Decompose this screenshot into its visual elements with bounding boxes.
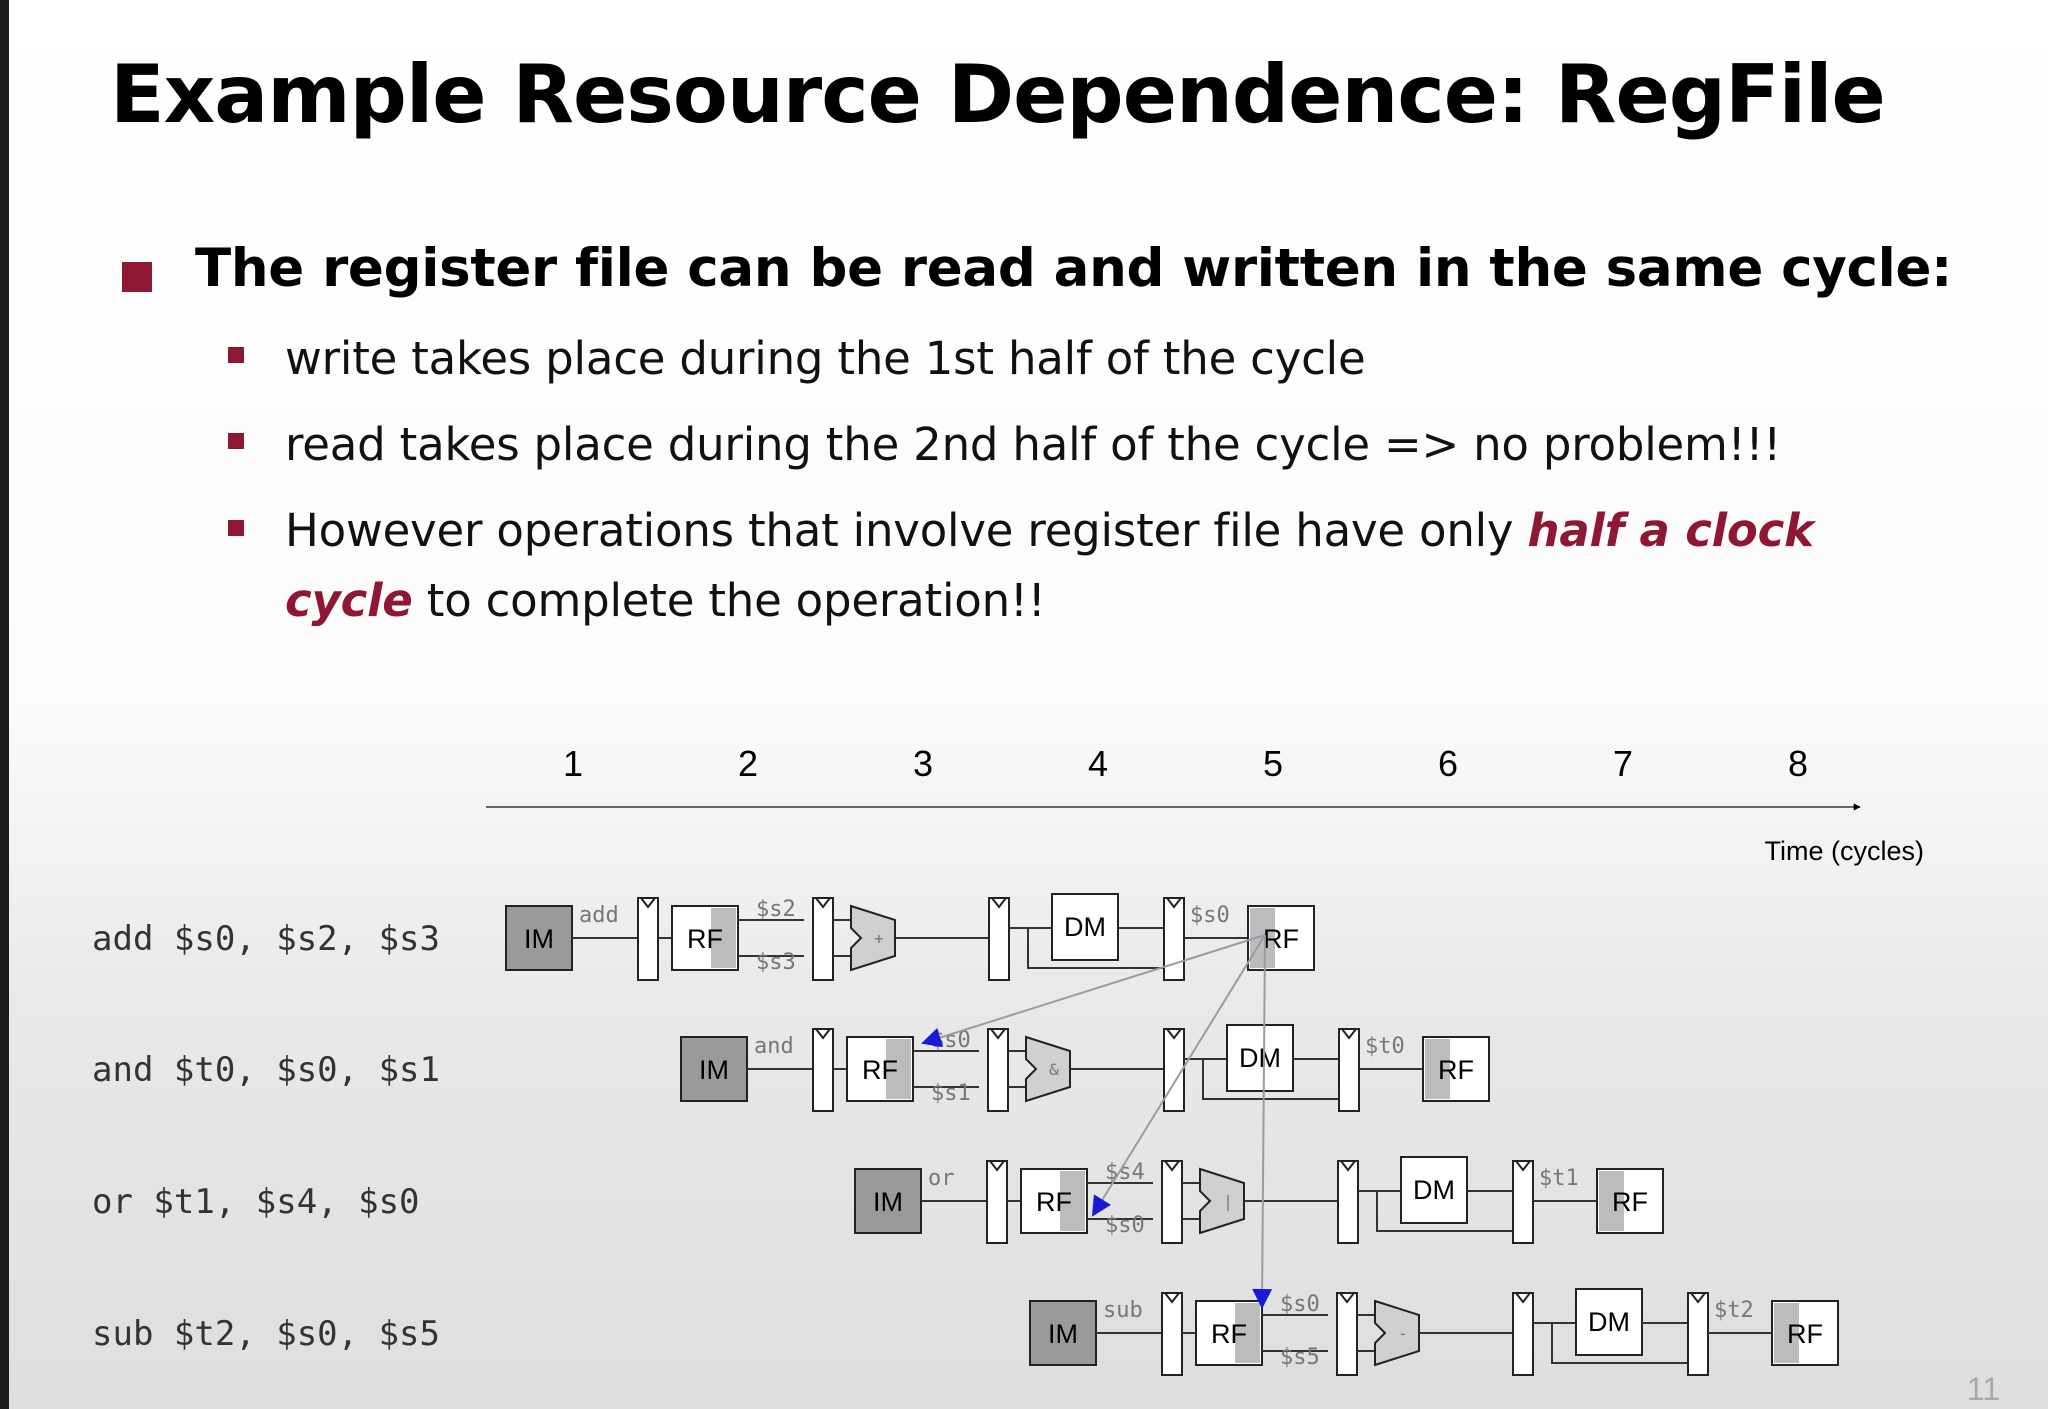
pipeline-row-or: or $t1, $s4, $s0 IMorRF$s4$s0| DM $t1RF bbox=[92, 1156, 1664, 1244]
opcode-label: add bbox=[579, 903, 619, 928]
pipeline-register bbox=[987, 1028, 1009, 1112]
time-axis: 1 2 3 4 5 6 7 8 Time (cycles) bbox=[486, 743, 1924, 866]
src1-label: $s2 bbox=[756, 897, 796, 922]
pipeline-register bbox=[988, 897, 1010, 981]
dm-label: DM bbox=[1588, 1307, 1630, 1337]
pipeline-register bbox=[1161, 1160, 1183, 1244]
rf-label: RF bbox=[1438, 1055, 1474, 1085]
pipeline-register bbox=[637, 897, 659, 981]
dm-label: DM bbox=[1064, 912, 1106, 942]
src2-label: $s3 bbox=[756, 950, 796, 975]
pipeline-register bbox=[1338, 1028, 1360, 1112]
cycle-label-3: 3 bbox=[913, 743, 933, 784]
alu-op-label: | bbox=[1223, 1192, 1233, 1211]
pipeline-register bbox=[1336, 1292, 1358, 1376]
pipeline-register bbox=[986, 1160, 1008, 1244]
dst-label: $t1 bbox=[1539, 1166, 1579, 1191]
cycle-label-4: 4 bbox=[1088, 743, 1108, 784]
cycle-label-6: 6 bbox=[1438, 743, 1458, 784]
alu-op-label: - bbox=[1398, 1324, 1408, 1343]
pipeline-row-and: and $t0, $s0, $s1 IM and RF $s0 $s1 & DM $t0 RF bbox=[92, 1024, 1490, 1112]
im-label: IM bbox=[1048, 1319, 1078, 1349]
dm-label: DM bbox=[1239, 1043, 1281, 1073]
alu bbox=[1374, 1299, 1420, 1367]
pipeline-register bbox=[1161, 1292, 1183, 1376]
dst-label: $s0 bbox=[1190, 903, 1230, 928]
alu-op-label: & bbox=[1049, 1060, 1059, 1079]
src2-label: $s1 bbox=[931, 1081, 971, 1106]
pipeline-register bbox=[1512, 1160, 1534, 1244]
rf-label: RF bbox=[1263, 924, 1299, 954]
rf-label: RF bbox=[1787, 1319, 1823, 1349]
instruction-and: and $t0, $s0, $s1 bbox=[92, 1050, 440, 1090]
time-axis-label: Time (cycles) bbox=[1765, 836, 1925, 866]
im-label: IM bbox=[873, 1187, 903, 1217]
src2-label: $s0 bbox=[1105, 1213, 1145, 1238]
im-label: IM bbox=[524, 924, 554, 954]
src2-label: $s5 bbox=[1280, 1345, 1320, 1370]
src1-label: $s0 bbox=[931, 1028, 971, 1053]
rf-label: RF bbox=[1612, 1187, 1648, 1217]
cycle-label-2: 2 bbox=[738, 743, 758, 784]
cycle-label-8: 8 bbox=[1788, 743, 1808, 784]
alu bbox=[1199, 1167, 1245, 1235]
pipeline-register bbox=[812, 1028, 834, 1112]
instruction-add: add $s0, $s2, $s3 bbox=[92, 919, 440, 959]
pipeline-register bbox=[1687, 1292, 1709, 1376]
dependency-arrow-3 bbox=[1252, 934, 1273, 1309]
opcode-label: and bbox=[754, 1034, 794, 1059]
pipeline-register bbox=[1512, 1292, 1534, 1376]
im-label: IM bbox=[699, 1055, 729, 1085]
alu-op-label: + bbox=[874, 929, 884, 948]
alu bbox=[1025, 1035, 1071, 1103]
src1-label: $s0 bbox=[1280, 1292, 1320, 1317]
page-number: 11 bbox=[1967, 1371, 2000, 1407]
pipeline-register bbox=[1337, 1160, 1359, 1244]
instruction-sub: sub $t2, $s0, $s5 bbox=[92, 1314, 440, 1354]
dst-label: $t2 bbox=[1714, 1298, 1754, 1323]
opcode-label: or bbox=[928, 1166, 955, 1191]
cycle-label-7: 7 bbox=[1613, 743, 1633, 784]
rf-label: RF bbox=[1036, 1187, 1072, 1217]
opcode-label: sub bbox=[1103, 1298, 1143, 1323]
rf-label: RF bbox=[862, 1055, 898, 1085]
cycle-label-1: 1 bbox=[563, 743, 583, 784]
instruction-or: or $t1, $s4, $s0 bbox=[92, 1182, 420, 1222]
dst-label: $t0 bbox=[1365, 1034, 1405, 1059]
alu bbox=[850, 904, 896, 972]
cycle-label-5: 5 bbox=[1263, 743, 1283, 784]
rf-label: RF bbox=[687, 924, 723, 954]
pipeline-row-sub: sub $t2, $s0, $s5 IM sub RF $s0 $s5 - DM $t2 RF bbox=[92, 1288, 1839, 1376]
pipeline-row-add: add $s0, $s2, $s3 IM add RF $s2 $s3 + DM $s0 RF bbox=[92, 893, 1315, 981]
pipeline-register bbox=[1163, 897, 1185, 981]
pipeline-rows: add $s0, $s2, $s3 IMaddRF$s2$s3+ DM $s0RFan… bbox=[92, 893, 1839, 1376]
pipeline-register bbox=[812, 897, 834, 981]
dm-label: DM bbox=[1413, 1175, 1455, 1205]
slide: Example Resource Dependence: RegFile The… bbox=[0, 0, 2048, 1409]
pipeline-diagram: 1 2 3 4 5 6 7 8 Time (cycles) add $s0, $s2, $s3 I… bbox=[92, 743, 2000, 1407]
dependency-arrows bbox=[921, 934, 1273, 1309]
rf-label: RF bbox=[1211, 1319, 1247, 1349]
